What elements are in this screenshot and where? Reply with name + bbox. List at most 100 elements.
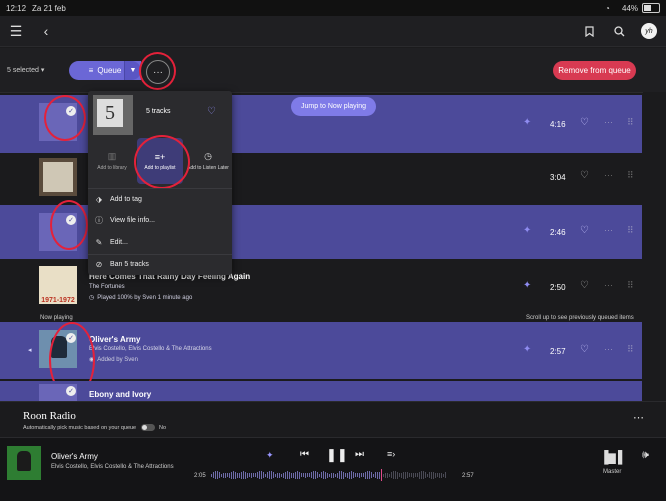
drag-handle-icon[interactable]: ⠿ (627, 344, 634, 355)
waveform-bar (361, 473, 362, 477)
waveform-bar (249, 473, 250, 477)
waveform-bar (439, 472, 440, 478)
magic-icon[interactable]: ✦ (523, 280, 531, 291)
add-to-library-button[interactable]: ▥ Add to library (89, 138, 135, 184)
pencil-icon: ✎ (95, 238, 103, 247)
waveform-bar (233, 471, 234, 479)
zone-name[interactable]: Master (603, 469, 621, 475)
more-icon[interactable]: ⋯ (604, 344, 613, 355)
radio-icon[interactable]: ✦ (266, 450, 274, 461)
heart-icon[interactable]: ♡ (580, 170, 589, 181)
waveform-bar (219, 472, 220, 478)
bookmark-icon[interactable] (582, 23, 596, 39)
drag-handle-icon[interactable]: ⠿ (627, 170, 634, 181)
player-bar: Oliver's Army Elvis Costello, Elvis Cost… (0, 437, 666, 501)
magic-icon[interactable]: ✦ (523, 344, 531, 355)
annotation-circle (139, 52, 176, 90)
ban-tracks-item[interactable]: ⊘ Ban 5 tracks (88, 254, 232, 275)
waveform-bar (235, 471, 236, 479)
tracks-label: 5 tracks (146, 108, 171, 115)
waveform-bar (417, 473, 418, 477)
heart-icon[interactable]: ♡ (580, 117, 589, 128)
waveform-bar (369, 471, 370, 479)
volume-icon[interactable]: 🕪 (642, 449, 649, 462)
zone-icon[interactable]: ▐▆▐ (600, 450, 622, 464)
waveform-bar (277, 472, 278, 478)
waveform-bar (385, 472, 386, 478)
now-playing-title[interactable]: Oliver's Army (51, 452, 98, 461)
check-icon[interactable]: ✓ (66, 386, 76, 396)
more-icon[interactable]: ⋯ (604, 280, 613, 291)
waveform-bar (375, 472, 376, 478)
pause-icon[interactable]: ❚❚ (326, 447, 348, 463)
hamburger-icon[interactable]: ☰ (8, 23, 24, 39)
waveform-bar (295, 471, 296, 479)
waveform-bar (395, 471, 396, 479)
now-playing-artist[interactable]: Elvis Costello, Elvis Costello & The Att… (51, 464, 174, 470)
status-bar: 12:12 Za 21 feb ◔ 44% (0, 0, 666, 16)
waveform-bar (415, 473, 416, 477)
magic-icon[interactable]: ✦ (523, 225, 531, 236)
queue-next-icon[interactable]: ≡› (387, 449, 395, 459)
track-duration: 2:46 (550, 228, 566, 237)
heart-icon[interactable]: ♡ (580, 344, 589, 355)
drag-handle-icon[interactable]: ⠿ (627, 117, 634, 128)
add-to-listen-later-button[interactable]: ◷ Add to Listen Later (185, 138, 231, 184)
radio-toggle[interactable] (141, 424, 155, 431)
track-duration: 3:04 (550, 173, 566, 182)
view-file-info-item[interactable]: ⓘ View file info... (88, 210, 232, 231)
waveform-bar (441, 472, 442, 478)
track-artist[interactable]: The Fortunes (89, 284, 125, 290)
waveform-bar (429, 472, 430, 478)
avatar[interactable]: yh (641, 23, 657, 39)
track-title[interactable]: Ebony and Ivory (89, 390, 151, 399)
waveform-bar (423, 471, 424, 479)
now-playing-art[interactable] (7, 446, 41, 480)
remove-from-queue-button[interactable]: Remove from queue (553, 61, 636, 80)
heart-icon[interactable]: ♡ (580, 225, 589, 236)
back-icon[interactable]: ‹ (38, 23, 54, 39)
magic-icon[interactable]: ✦ (523, 117, 531, 128)
scrollbar[interactable] (643, 92, 666, 401)
next-icon[interactable]: ⏭ (355, 449, 364, 460)
waveform-bar (421, 471, 422, 479)
ban-icon: ⊘ (95, 260, 103, 269)
history-icon: ◷ (89, 295, 95, 301)
more-icon[interactable]: ⋯ (604, 225, 613, 236)
jump-to-now-playing-button[interactable]: Jump to Now playing (291, 97, 376, 116)
waveform-bar (353, 472, 354, 478)
selected-count[interactable]: 5 selected ▾ (7, 66, 44, 74)
waveform-bar (403, 471, 404, 479)
annotation-circle (134, 135, 190, 189)
heart-icon[interactable]: ♡ (580, 280, 589, 291)
track-row[interactable]: ✓ ◂ Oliver's Army Elvis Costello, Elvis … (0, 322, 642, 379)
waveform-bar (291, 472, 292, 478)
drag-handle-icon[interactable]: ⠿ (627, 225, 634, 236)
context-menu: 5 5 tracks ♡ ▥ Add to library ≡+ Add to … (88, 91, 232, 275)
track-row[interactable]: ✓ Ebony and Ivory (0, 381, 642, 401)
add-to-tag-item[interactable]: ⬗ Add to tag (88, 189, 232, 210)
waveform-bar (367, 471, 368, 479)
waveform-bar (333, 472, 334, 478)
waveform-bar (341, 471, 342, 479)
track-duration: 2:50 (550, 283, 566, 292)
radio-title: Roon Radio (23, 410, 76, 422)
heart-icon[interactable]: ♡ (207, 106, 216, 117)
track-artist[interactable]: Elvis Costello, Elvis Costello & The Att… (89, 346, 212, 352)
more-icon[interactable]: ⋯ (604, 117, 613, 128)
waveform-bar (411, 473, 412, 477)
more-icon[interactable]: ⋯ (604, 170, 613, 181)
edit-item[interactable]: ✎ Edit... (88, 232, 232, 253)
previous-icon[interactable]: ⏮ (300, 449, 309, 460)
track-title[interactable]: Oliver's Army (89, 335, 140, 344)
waveform-bar (391, 472, 392, 478)
radio-toggle-label: No (159, 425, 167, 431)
waveform-seekbar[interactable] (211, 469, 449, 481)
more-icon[interactable]: ⋯ (633, 411, 644, 424)
waveform-bar (339, 471, 340, 479)
search-icon[interactable] (612, 23, 626, 39)
drag-handle-icon[interactable]: ⠿ (627, 280, 634, 291)
track-history: ◷ Played 100% by Sven 1 minute ago (89, 294, 193, 302)
waveform-bar (435, 472, 436, 478)
waveform-bar (343, 471, 344, 479)
